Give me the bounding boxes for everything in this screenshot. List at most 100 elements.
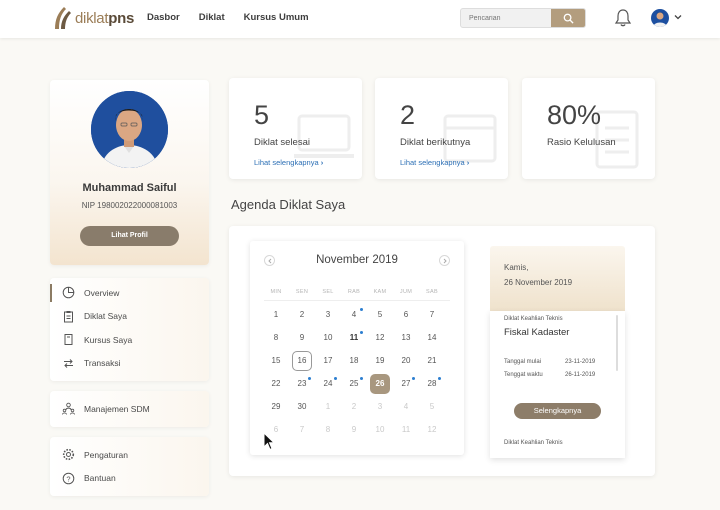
sidebar-item-label: Diklat Saya [84, 311, 127, 322]
sidebar-item-overview[interactable]: Overview [50, 281, 209, 305]
stat-link[interactable]: Lihat selengkapnya › [400, 158, 469, 167]
calendar-day[interactable]: 10 [370, 420, 390, 440]
sidebar-item-manajemen-sdm[interactable]: Manajemen SDM [50, 397, 209, 421]
sidebar-item-label: Kursus Saya [84, 334, 133, 345]
event-title: Fiskal Kadaster [504, 327, 570, 338]
calendar-day[interactable]: 9 [344, 420, 364, 440]
chevron-right-icon: › [466, 158, 470, 167]
clipboard-icon [61, 309, 75, 323]
sidebar-item-diklat-saya[interactable]: Diklat Saya [50, 305, 209, 329]
event-end-value: 26-11-2019 [565, 372, 596, 378]
calendar-day[interactable]: 6 [396, 305, 416, 325]
stat-label: Diklat berikutnya [400, 137, 471, 148]
calendar-day[interactable]: 20 [396, 351, 416, 371]
calendar-day[interactable]: 9 [292, 328, 312, 348]
calendar-day[interactable]: 14 [422, 328, 442, 348]
search-button[interactable] [551, 9, 585, 27]
sidebar-item-bantuan[interactable]: ? Bantuan [50, 467, 209, 491]
calendar-day[interactable]: 8 [266, 328, 286, 348]
event-detail-button[interactable]: Selengkapnya [514, 403, 601, 419]
calendar-day[interactable]: 2 [292, 305, 312, 325]
event-scrollbar[interactable] [616, 315, 618, 371]
event-card: Diklat Keahlian Teknis Fiskal Kadaster T… [490, 311, 625, 458]
search-icon [563, 13, 574, 24]
stat-value: 2 [400, 100, 416, 130]
calendar-day[interactable]: 2 [344, 397, 364, 417]
profile-nip: NIP 198002022000081003 [81, 201, 178, 210]
calendar-day[interactable]: 11 [396, 420, 416, 440]
event-weekday: Kamis, [504, 263, 529, 272]
stat-value: 80% [547, 100, 602, 130]
svg-text:?: ? [66, 474, 70, 483]
main-nav: Dasbor Diklat Kursus Umum [147, 12, 309, 23]
stat-label: Diklat selesai [254, 137, 310, 148]
sidebar-item-kursus-saya[interactable]: Kursus Saya [50, 328, 209, 352]
view-profile-button[interactable]: Lihat Profil [80, 226, 179, 246]
nav-dasbor[interactable]: Dasbor [147, 12, 180, 23]
calendar-day[interactable]: 5 [422, 397, 442, 417]
calendar-day[interactable]: 4 [344, 305, 364, 325]
calendar-day[interactable]: 1 [318, 397, 338, 417]
search-input[interactable] [461, 9, 553, 27]
calendar-day-today[interactable]: 16 [292, 351, 312, 371]
event-dot [360, 377, 363, 380]
calendar-day[interactable]: 3 [370, 397, 390, 417]
calendar-day[interactable]: 18 [344, 351, 364, 371]
event-dot [360, 308, 363, 311]
nav-kursus-umum[interactable]: Kursus Umum [244, 12, 309, 23]
calendar-day[interactable]: 12 [370, 328, 390, 348]
event-start-label: Tanggal mulai [504, 359, 542, 365]
event-start-value: 23-11-2019 [565, 359, 596, 365]
sidebar-menu-main: Overview Diklat Saya Kursus Saya Transak… [50, 278, 209, 381]
sidebar-item-label: Overview [84, 287, 120, 298]
calendar-day[interactable]: 30 [292, 397, 312, 417]
calendar-day[interactable]: 7 [422, 305, 442, 325]
chevron-right-icon: › [320, 158, 324, 167]
calendar-day[interactable]: 5 [370, 305, 390, 325]
stat-link[interactable]: Lihat selengkapnya › [254, 158, 323, 167]
weekday-label: SAB [426, 289, 438, 295]
calendar-day-selected[interactable]: 26 [370, 374, 390, 394]
user-avatar[interactable] [651, 9, 669, 27]
calendar-day[interactable]: 29 [266, 397, 286, 417]
calendar-day[interactable]: 4 [396, 397, 416, 417]
calendar-day[interactable]: 3 [318, 305, 338, 325]
calendar-day[interactable]: 24 [318, 374, 338, 394]
calendar-day[interactable]: 19 [370, 351, 390, 371]
sidebar-item-pengaturan[interactable]: Pengaturan [50, 443, 209, 467]
calendar-day[interactable]: 22 [266, 374, 286, 394]
calendar-day[interactable]: 15 [266, 351, 286, 371]
pie-chart-icon [61, 286, 75, 300]
nav-diklat[interactable]: Diklat [199, 12, 225, 23]
weekday-label: KAM [373, 289, 387, 295]
calendar-day[interactable]: 7 [292, 420, 312, 440]
logo[interactable]: diklatpns [52, 5, 134, 31]
calendar-day[interactable]: 25 [344, 374, 364, 394]
calendar-day[interactable]: 27 [396, 374, 416, 394]
event-dot [438, 377, 441, 380]
calendar-day[interactable]: 11 [344, 328, 364, 348]
calendar-day[interactable]: 28 [422, 374, 442, 394]
profile-name: Muhammad Saiful [82, 182, 177, 194]
stat-card-completed: 5 Diklat selesai Lihat selengkapnya › [229, 78, 362, 179]
people-icon [61, 402, 75, 416]
bell-icon[interactable] [613, 8, 633, 28]
chevron-down-icon[interactable] [673, 12, 683, 22]
calendar-day[interactable]: 8 [318, 420, 338, 440]
next-event-category: Diklat Keahlian Teknis [504, 440, 563, 446]
calendar-day[interactable]: 1 [266, 305, 286, 325]
calendar-day[interactable]: 13 [396, 328, 416, 348]
event-dot [412, 377, 415, 380]
calendar-day[interactable]: 17 [318, 351, 338, 371]
stat-label: Rasio Kelulusan [547, 137, 616, 148]
calendar-day[interactable]: 21 [422, 351, 442, 371]
next-month-button[interactable] [439, 255, 450, 266]
calendar-day[interactable]: 12 [422, 420, 442, 440]
gear-icon [61, 448, 75, 462]
event-category: Diklat Keahlian Teknis [504, 316, 563, 322]
calendar-day[interactable]: 23 [292, 374, 312, 394]
sidebar-menu-admin: Manajemen SDM [50, 391, 209, 427]
profile-photo-icon [91, 91, 168, 168]
sidebar-item-transaksi[interactable]: Transaksi [50, 352, 209, 376]
calendar-day[interactable]: 10 [318, 328, 338, 348]
